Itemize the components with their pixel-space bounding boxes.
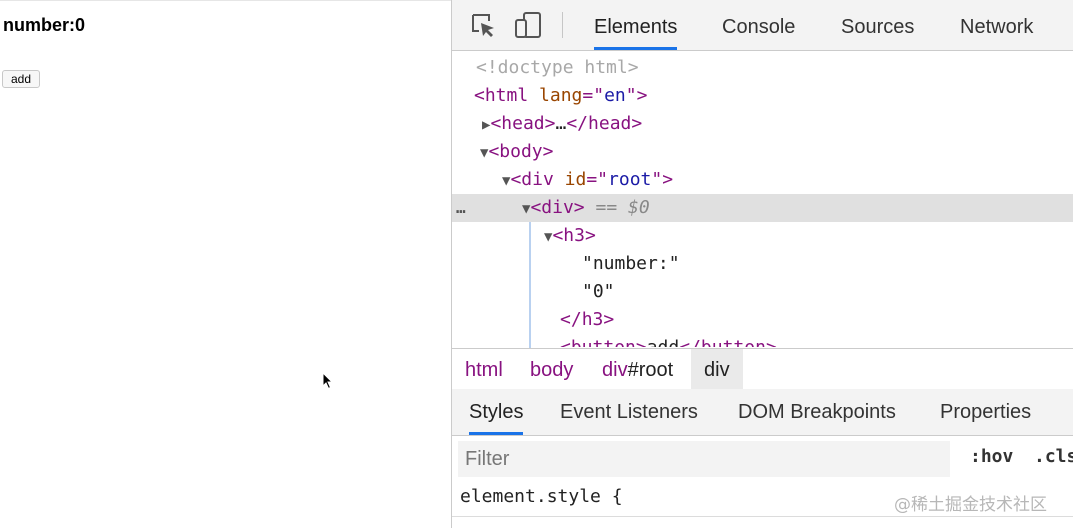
head-collapsed: … xyxy=(555,113,567,134)
lang-attr: lang xyxy=(539,85,583,106)
breadcrumb-div-root-tag: div xyxy=(602,359,628,381)
mouse-cursor-icon xyxy=(322,372,334,390)
divider xyxy=(452,516,1073,517)
hover-state-toggle[interactable]: :hov xyxy=(970,446,1013,467)
id-value: root xyxy=(608,169,652,190)
more-options-icon[interactable]: … xyxy=(456,194,466,222)
tab-network[interactable]: Network xyxy=(960,0,1033,50)
dom-node-text-number[interactable]: "number:" xyxy=(452,250,1073,278)
tab-console[interactable]: Console xyxy=(722,0,795,50)
tab-elements[interactable]: Elements xyxy=(594,0,678,50)
dom-node-h3-close[interactable]: </h3> xyxy=(452,306,1073,334)
breadcrumb-div-root[interactable]: div#root xyxy=(602,349,673,389)
element-style-rule[interactable]: element.style { xyxy=(460,486,623,507)
dom-node-button[interactable]: <button>add</button> xyxy=(452,334,1073,347)
text-node: "number:" xyxy=(582,253,680,274)
div-tag-name: div xyxy=(541,197,574,218)
add-button[interactable]: add xyxy=(2,70,41,88)
breadcrumb-body[interactable]: body xyxy=(530,349,573,389)
indent-guide xyxy=(529,222,531,348)
button-close-tag: button xyxy=(701,337,766,347)
inspect-element-icon[interactable] xyxy=(470,12,496,38)
number-heading: number:0 xyxy=(3,15,86,35)
dom-node-body[interactable]: ▼<body> xyxy=(452,138,1073,166)
button-tag-name: button xyxy=(571,337,636,347)
styles-subtabs: Styles Event Listeners DOM Breakpoints P… xyxy=(452,389,1073,436)
subtab-styles[interactable]: Styles xyxy=(469,389,524,435)
text-node: "0" xyxy=(582,281,615,302)
styles-filter-input[interactable] xyxy=(458,441,950,477)
devtools-toolbar: Elements Console Sources Network xyxy=(452,0,1073,51)
dom-node-text-zero[interactable]: "0" xyxy=(452,278,1073,306)
devtools-panel: Elements Console Sources Network <!docty… xyxy=(451,0,1073,528)
button-text-node: add xyxy=(647,337,680,347)
breadcrumb: html body div#root div xyxy=(452,348,1073,390)
breadcrumb-div-root-id: #root xyxy=(627,359,674,381)
lang-value: en xyxy=(604,85,626,106)
toolbar-separator xyxy=(562,12,563,38)
div-tag-name: div xyxy=(521,169,554,190)
subtab-properties[interactable]: Properties xyxy=(940,389,1031,435)
tab-sources[interactable]: Sources xyxy=(841,0,914,50)
watermark: @稀土掘金技术社区 xyxy=(894,495,1047,515)
app-page: number:0 add xyxy=(0,0,451,529)
head-tag-name: head xyxy=(501,113,545,134)
dom-node-div-root[interactable]: ▼<div id="root"> xyxy=(452,166,1073,194)
dom-node-html[interactable]: <html lang="en"> xyxy=(452,82,1073,110)
dom-tree: <!doctype html> <html lang="en"> ▶<head>… xyxy=(452,51,1073,347)
body-tag-name: body xyxy=(499,141,543,162)
dom-node-h3[interactable]: ▼<h3> xyxy=(452,222,1073,250)
h3-close-tag: h3 xyxy=(581,309,604,330)
selected-marker: == $0 xyxy=(584,197,650,218)
h3-tag-name: h3 xyxy=(563,225,585,246)
subtab-dom-breakpoints[interactable]: DOM Breakpoints xyxy=(738,389,896,435)
id-attr: id xyxy=(564,169,587,190)
html-tag-name: html xyxy=(484,85,529,106)
device-toolbar-icon[interactable] xyxy=(514,12,542,38)
breadcrumb-div[interactable]: div xyxy=(691,349,743,389)
filter-box xyxy=(458,441,950,477)
class-toggle[interactable]: .cls xyxy=(1034,446,1073,467)
subtab-event-listeners[interactable]: Event Listeners xyxy=(560,389,698,435)
head-close-tag: head xyxy=(588,113,632,134)
breadcrumb-html[interactable]: html xyxy=(465,349,503,389)
dom-node-div-selected[interactable]: … ▼<div> == $0 xyxy=(452,194,1073,222)
dom-node-head[interactable]: ▶<head>…</head> xyxy=(452,110,1073,138)
dom-node-doctype[interactable]: <!doctype html> xyxy=(452,54,1073,82)
doctype-text: <!doctype html> xyxy=(476,57,639,78)
